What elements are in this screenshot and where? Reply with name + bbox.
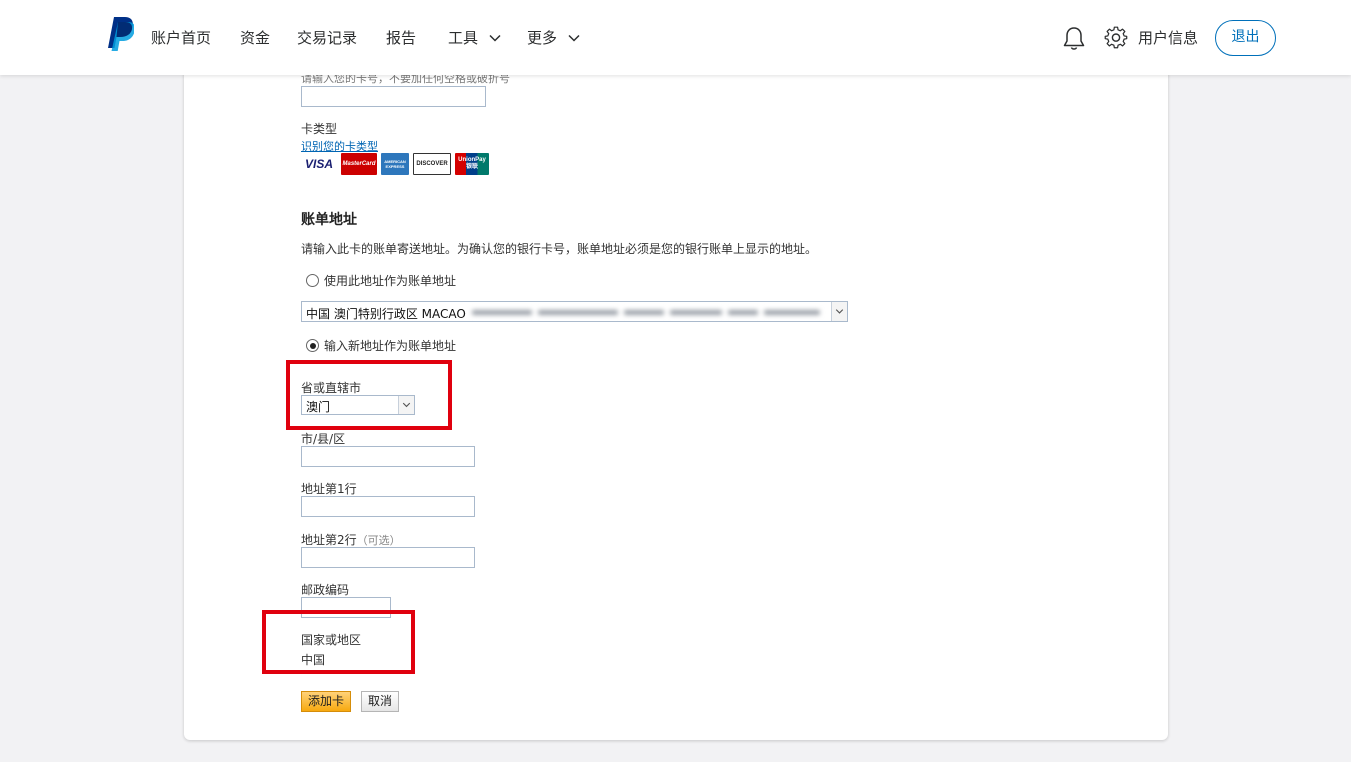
amex-logo-label: AMERICAN EXPRESS [384,159,406,169]
top-navigation-bar: 账户首页 资金 交易记录 报告 工具 更多 用户信息 退出 [0,0,1351,75]
city-input[interactable] [301,446,475,467]
nav-tools[interactable]: 工具 [448,27,502,48]
province-label: 省或直辖市 [301,381,362,395]
visa-logo-icon: VISA [301,153,337,175]
card-number-input[interactable] [301,86,486,107]
mastercard-logo-label: MasterCard [342,161,376,167]
chevron-down-icon [568,34,580,42]
address-line1-input[interactable] [301,496,475,517]
gear-icon[interactable] [1104,25,1128,49]
logout-button[interactable]: 退出 [1215,20,1276,56]
nav-reports-label: 报告 [386,29,417,47]
chevron-down-icon [489,34,501,42]
address-line2-label: 地址第2行（可选） [301,531,401,548]
unionpay-logo-icon: UnionPay 银联 [455,153,489,175]
discover-logo-icon: DISCOVER [413,153,451,175]
use-saved-address-option[interactable]: 使用此地址作为账单地址 [306,272,456,289]
address-line1-label: 地址第1行 [301,482,357,496]
bell-icon[interactable] [1062,26,1086,52]
chevron-down-icon [398,396,414,414]
nav-funds-label: 资金 [240,29,271,47]
billing-address-title: 账单地址 [301,212,357,228]
nav-transactions-label: 交易记录 [297,29,358,47]
add-card-button[interactable]: 添加卡 [301,691,351,712]
nav-tools-label: 工具 [448,29,479,47]
nav-more-label: 更多 [527,29,558,47]
country-label: 国家或地区 [301,633,362,647]
province-select[interactable]: 澳门 [301,395,415,415]
mastercard-logo-icon: MasterCard [341,153,377,175]
nav-account-home-label: 账户首页 [151,29,212,47]
identify-card-type-link[interactable]: 识别您的卡类型 [301,138,378,154]
card-brand-logos: VISA MasterCard AMERICAN EXPRESS DISCOVE… [301,153,489,176]
nav-more[interactable]: 更多 [527,27,581,48]
chevron-down-icon [831,302,847,321]
visa-logo-label: VISA [304,157,333,171]
province-value: 澳门 [306,400,331,414]
profile-link[interactable]: 用户信息 [1138,27,1198,48]
nav-funds[interactable]: 资金 [240,27,270,48]
nav-transactions[interactable]: 交易记录 [297,27,357,48]
redacted-address-text [472,304,830,318]
use-saved-address-radio[interactable] [306,274,319,287]
country-value: 中国 [301,653,326,667]
postal-code-label: 邮政编码 [301,583,350,597]
saved-address-value: 中国 澳门特别行政区 MACAO [306,307,466,321]
discover-logo-label: DISCOVER [416,161,448,167]
card-type-label: 卡类型 [301,122,338,136]
cancel-button[interactable]: 取消 [361,691,399,712]
use-saved-address-label: 使用此地址作为账单地址 [324,274,457,288]
amex-logo-icon: AMERICAN EXPRESS [381,153,409,175]
new-address-radio[interactable] [306,339,319,352]
billing-address-description: 请输入此卡的账单寄送地址。为确认您的银行卡号，账单地址必须是您的银行账单上显示的… [301,242,818,256]
unionpay-logo-label: UnionPay 银联 [458,157,486,170]
paypal-logo-icon[interactable] [106,17,134,51]
optional-hint: （可选） [356,534,401,547]
new-address-option[interactable]: 输入新地址作为账单地址 [306,337,456,354]
nav-reports[interactable]: 报告 [386,27,416,48]
new-address-label: 输入新地址作为账单地址 [324,339,457,353]
address-line2-input[interactable] [301,547,475,568]
city-label: 市/县/区 [301,432,346,446]
nav-account-home[interactable]: 账户首页 [151,27,211,48]
address-line2-label-text: 地址第2行 [301,533,357,547]
saved-address-select[interactable]: 中国 澳门特别行政区 MACAO [301,301,848,322]
